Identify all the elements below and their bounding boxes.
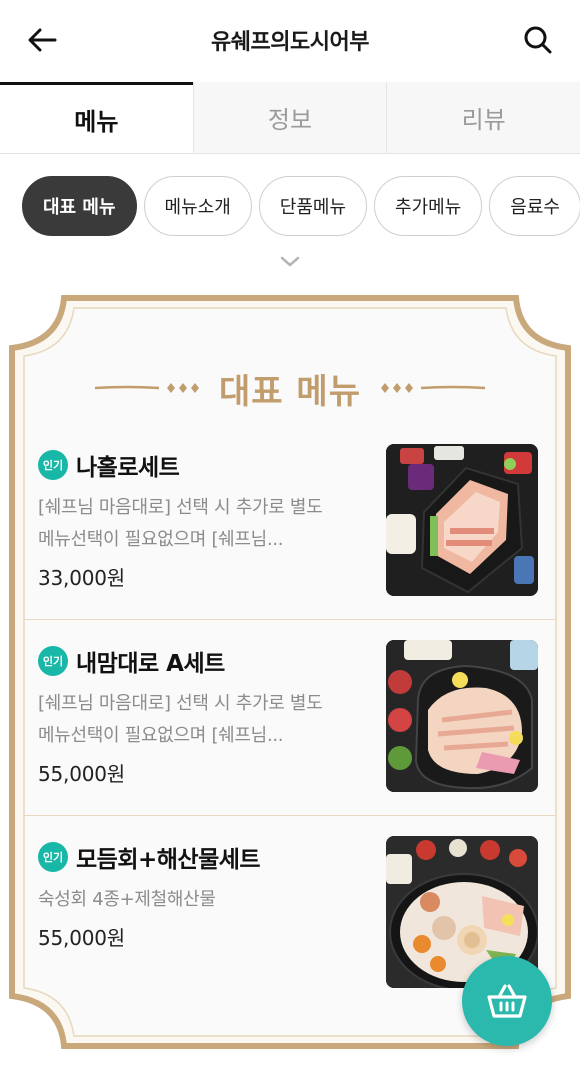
chip-menu-intro[interactable]: 메뉴소개 — [143, 176, 252, 236]
chip-signature-menu[interactable]: 대표 메뉴 — [22, 176, 137, 236]
chip-single-menu[interactable]: 단품메뉴 — [258, 176, 368, 236]
menu-item-description: [쉐프님 마음대로] 선택 시 추가로 별도 메뉴선택이 필요없으며 [쉐프님.… — [38, 693, 323, 746]
menu-item-photo — [386, 640, 538, 792]
popular-badge: 인기 — [38, 450, 68, 480]
menu-item-price: 55,000원 — [38, 926, 125, 950]
page-title: 유쉐프의도시어부 — [211, 30, 369, 55]
menu-item[interactable]: 인기 나홀로세트 [쉐프님 마음대로] 선택 시 추가로 별도 메뉴선택이 필요… — [24, 424, 556, 620]
chip-extra-menu[interactable]: 추가메뉴 — [374, 176, 483, 236]
chip-drinks[interactable]: 음료수 — [489, 176, 580, 236]
ornament-left-icon — [95, 381, 205, 395]
tab-info[interactable]: 정보 — [192, 82, 387, 153]
app-header: 유쉐프의도시어부 — [0, 0, 580, 82]
menu-list: 인기 나홀로세트 [쉐프님 마음대로] 선택 시 추가로 별도 메뉴선택이 필요… — [24, 424, 556, 1012]
tab-reviews[interactable]: 리뷰 — [386, 82, 580, 153]
menu-item-description: [쉐프님 마음대로] 선택 시 추가로 별도 메뉴선택이 필요없으며 [쉐프님.… — [38, 497, 323, 550]
chevron-down-icon[interactable] — [278, 252, 302, 272]
section-title: 대표 메뉴 — [219, 371, 361, 412]
basket-icon — [487, 984, 527, 1018]
ornament-right-icon — [375, 381, 485, 395]
cart-button[interactable] — [462, 956, 552, 1046]
popular-badge: 인기 — [38, 842, 68, 872]
menu-item[interactable]: 인기 내맘대로 A세트 [쉐프님 마음대로] 선택 시 추가로 별도 메뉴선택이… — [24, 620, 556, 816]
search-button[interactable] — [518, 20, 558, 60]
menu-item-name: 모듬회+해산물세트 — [76, 847, 261, 873]
menu-item-price: 55,000원 — [38, 762, 125, 786]
menu-item-description: 숙성회 4종+제철해산물 — [38, 889, 216, 910]
search-icon — [524, 26, 552, 54]
menu-item-name: 나홀로세트 — [76, 455, 180, 481]
category-chips: 대표 메뉴 메뉴소개 단품메뉴 추가메뉴 음료수 — [22, 176, 580, 236]
menu-item-price: 33,000원 — [38, 566, 125, 590]
section-header: 대표 메뉴 — [0, 362, 580, 414]
main-tabs: 메뉴 정보 리뷰 — [0, 82, 580, 154]
tab-menu[interactable]: 메뉴 — [0, 82, 193, 153]
menu-item-name: 내맘대로 A세트 — [76, 651, 225, 677]
menu-item-photo — [386, 444, 538, 596]
popular-badge: 인기 — [38, 646, 68, 676]
